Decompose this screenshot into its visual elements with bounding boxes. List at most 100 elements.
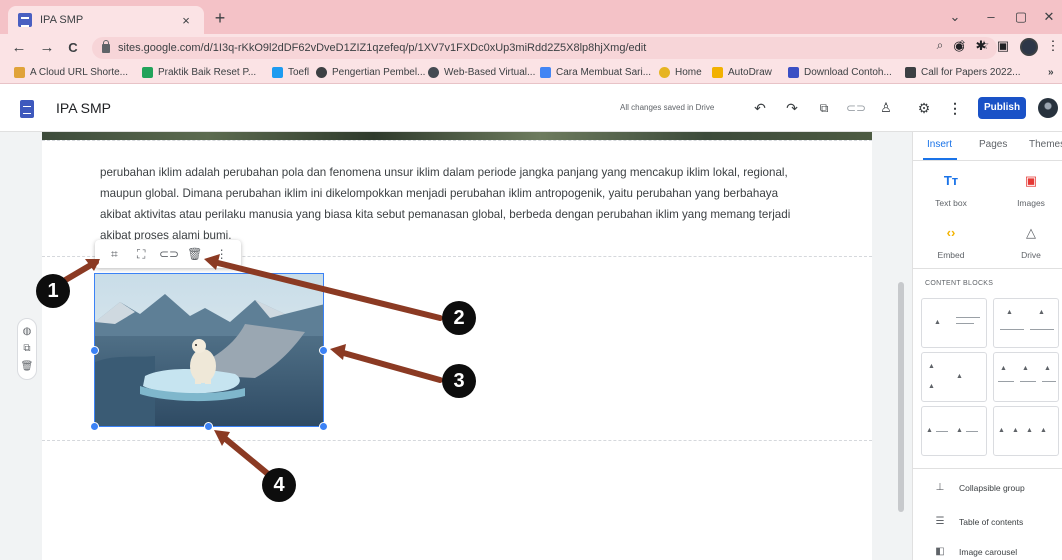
content-block-card[interactable]: ▲ ▲ ▲ bbox=[921, 352, 987, 402]
bookmarks-overflow-button[interactable]: » bbox=[1048, 67, 1054, 78]
panel-divider bbox=[913, 268, 1062, 269]
tab-pages[interactable]: Pages bbox=[979, 139, 1007, 150]
content-block-card[interactable]: ▲ ▲ bbox=[921, 406, 987, 456]
insert-image-carousel[interactable]: ◧ Image carousel bbox=[933, 546, 1017, 557]
tab-themes[interactable]: Themes bbox=[1029, 139, 1062, 150]
link-icon[interactable]: ⊂⊃ bbox=[159, 246, 179, 262]
browser-menu-icon[interactable]: ⋮ bbox=[1044, 38, 1062, 54]
insert-drive[interactable]: △ Drive bbox=[1001, 224, 1061, 260]
paragraph-text[interactable]: perubahan iklim adalah perubahan pola da… bbox=[100, 162, 800, 246]
undo-icon[interactable]: ↶ bbox=[751, 99, 769, 117]
more-icon[interactable]: ⋮ bbox=[213, 246, 231, 262]
bookmark-item[interactable]: Toefl bbox=[272, 67, 309, 78]
new-tab-button[interactable]: + bbox=[210, 9, 230, 27]
bookmark-favicon-icon bbox=[316, 67, 327, 78]
lock-icon bbox=[102, 39, 110, 53]
text-line bbox=[1000, 329, 1024, 330]
delete-icon[interactable]: 🗑 bbox=[186, 246, 204, 262]
insert-text-box[interactable]: Tт Text box bbox=[921, 172, 981, 208]
image-placeholder-icon: ▲ bbox=[1026, 427, 1033, 434]
image-toolbar: ⌗ ⛶ ⊂⊃ 🗑 ⋮ bbox=[95, 240, 241, 268]
annotation-badge-4: 4 bbox=[262, 468, 296, 502]
content-block-card[interactable]: ▲ ▲ bbox=[993, 298, 1059, 348]
image-placeholder-icon: ▲ bbox=[1022, 365, 1029, 372]
palette-icon[interactable]: ◍ bbox=[23, 326, 32, 337]
resize-handle-bottom-right[interactable] bbox=[319, 422, 328, 431]
text-line bbox=[1030, 329, 1054, 330]
sites-favicon-icon bbox=[18, 13, 32, 27]
content-block-card[interactable]: ▲ ▲ ▲ ▲ bbox=[993, 406, 1059, 456]
insert-collapsible-group[interactable]: ⊥ Collapsible group bbox=[933, 482, 1025, 493]
publish-button[interactable]: Publish bbox=[978, 97, 1026, 119]
share-user-icon[interactable]: ♙ bbox=[877, 99, 895, 117]
image-placeholder-icon: ▲ bbox=[928, 363, 935, 370]
minimize-button[interactable]: – bbox=[982, 9, 1000, 24]
resize-handle-left[interactable] bbox=[90, 346, 99, 355]
section-divider bbox=[42, 140, 872, 141]
list-item-label: Table of contents bbox=[959, 516, 1024, 527]
bookmark-item[interactable]: Call for Papers 2022... bbox=[905, 67, 1021, 78]
avatar[interactable] bbox=[1038, 98, 1058, 118]
bookmark-item[interactable]: Pengertian Pembel... bbox=[316, 67, 425, 78]
extension-icon[interactable]: ◉ bbox=[950, 38, 968, 54]
image-placeholder-icon: ▲ bbox=[1040, 427, 1047, 434]
tab-search-icon[interactable]: ⌄ bbox=[946, 9, 964, 25]
forward-button[interactable]: → bbox=[38, 38, 56, 58]
bookmark-favicon-icon bbox=[540, 67, 551, 78]
reload-button[interactable]: C bbox=[64, 38, 82, 58]
preview-icon[interactable]: ⧉ bbox=[815, 99, 833, 117]
bookmark-label: Praktik Baik Reset P... bbox=[158, 67, 257, 78]
content-block-card[interactable]: ▲ ▲ ▲ bbox=[993, 352, 1059, 402]
bookmark-favicon-icon bbox=[712, 67, 723, 78]
bookmark-label: Pengertian Pembel... bbox=[332, 67, 426, 78]
puzzle-icon[interactable]: ✱ bbox=[972, 38, 990, 54]
browser-tab[interactable]: IPA SMP × bbox=[8, 6, 204, 34]
resize-handle-bottom-left[interactable] bbox=[90, 422, 99, 431]
insert-table-of-contents[interactable]: ☰ Table of contents bbox=[933, 516, 1024, 527]
trash-icon[interactable]: 🗑 bbox=[21, 361, 34, 372]
bookmark-favicon-icon bbox=[142, 67, 153, 78]
bookmark-item[interactable]: Download Contoh... bbox=[788, 67, 892, 78]
site-title[interactable]: IPA SMP bbox=[56, 100, 111, 116]
crop-icon[interactable]: ⌗ bbox=[105, 246, 123, 262]
settings-icon[interactable]: ⚙ bbox=[915, 99, 933, 117]
image-placeholder-icon: ▲ bbox=[1006, 309, 1013, 316]
image-placeholder-icon: ▲ bbox=[1000, 365, 1007, 372]
content-block-card[interactable]: ▲ bbox=[921, 298, 987, 348]
sidepanel-icon[interactable]: ▣ bbox=[994, 38, 1012, 54]
bookmark-favicon-icon bbox=[905, 67, 916, 78]
insert-embed[interactable]: ‹› Embed bbox=[921, 224, 981, 260]
fit-icon[interactable]: ⛶ bbox=[132, 246, 150, 262]
redo-icon[interactable]: ↷ bbox=[783, 99, 801, 117]
address-bar[interactable]: sites.google.com/d/1I3q-rKkO9l2dDF62vDve… bbox=[92, 37, 997, 59]
image-placeholder-icon: ▲ bbox=[956, 427, 963, 434]
polar-bear-image[interactable] bbox=[94, 273, 324, 427]
text-line bbox=[1020, 381, 1036, 382]
link-icon[interactable]: ⊂⊃ bbox=[846, 99, 866, 117]
profile-avatar[interactable] bbox=[1020, 38, 1038, 56]
bookmark-item[interactable]: Praktik Baik Reset P... bbox=[142, 67, 256, 78]
image-placeholder-icon: ▲ bbox=[1044, 365, 1051, 372]
back-button[interactable]: ← bbox=[10, 38, 28, 58]
more-icon[interactable]: ⋮ bbox=[946, 99, 964, 117]
image-placeholder-icon: ▲ bbox=[998, 427, 1005, 434]
image-placeholder-icon: ▲ bbox=[1038, 309, 1045, 316]
bookmark-item[interactable]: Home bbox=[659, 67, 702, 78]
bookmark-item[interactable]: AutoDraw bbox=[712, 67, 772, 78]
bookmark-item[interactable]: Web-Based Virtual... bbox=[428, 67, 535, 78]
maximize-button[interactable]: ▢ bbox=[1012, 9, 1030, 25]
image-placeholder-icon: ▲ bbox=[928, 383, 935, 390]
bookmark-item[interactable]: Cara Membuat Sari... bbox=[540, 67, 651, 78]
image-placeholder-icon: ▲ bbox=[956, 373, 963, 380]
tab-insert[interactable]: Insert bbox=[927, 139, 952, 150]
close-window-button[interactable]: ✕ bbox=[1040, 9, 1058, 25]
duplicate-icon[interactable]: ⧉ bbox=[23, 343, 30, 354]
insert-images[interactable]: ▣ Images bbox=[1001, 172, 1061, 208]
zoom-icon[interactable]: ⌕ bbox=[932, 38, 948, 53]
resize-handle-right[interactable] bbox=[319, 346, 328, 355]
google-sites-logo-icon[interactable] bbox=[20, 100, 34, 118]
bookmark-item[interactable]: A Cloud URL Shorte... bbox=[14, 67, 128, 78]
resize-handle-bottom[interactable] bbox=[204, 422, 213, 431]
tab-close-icon[interactable]: × bbox=[178, 13, 194, 28]
canvas-scrollbar[interactable] bbox=[898, 282, 904, 512]
